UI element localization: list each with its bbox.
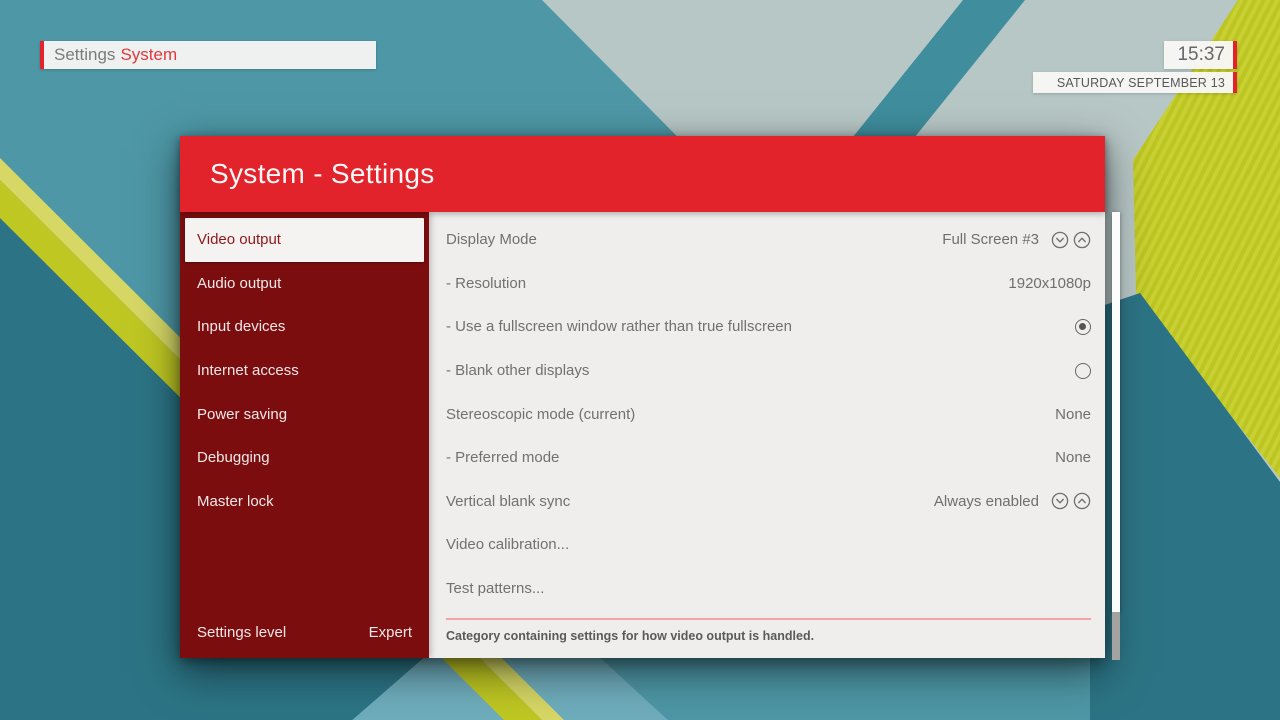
sidebar-item-label: Debugging (197, 449, 270, 466)
scrollbar-thumb[interactable] (1112, 212, 1120, 612)
setting-value: None (1055, 406, 1091, 423)
setting-label: Video calibration... (446, 536, 1091, 553)
setting-label: - Preferred mode (446, 449, 1055, 466)
panel-scrollbar[interactable] (1112, 212, 1120, 660)
setting-value: Always enabled (934, 493, 1039, 510)
setting-value: 1920x1080p (1008, 275, 1091, 292)
settings-list: Display ModeFull Screen #3- Resolution19… (429, 218, 1105, 610)
setting-label: Vertical blank sync (446, 493, 934, 510)
dialog-header: System - Settings (180, 136, 1105, 212)
setting-row-use-a-fullscreen-window-rather-than-true-fullscreen[interactable]: - Use a fullscreen window rather than tr… (429, 305, 1105, 349)
category-sidebar: Video output Audio output Input devices Int… (180, 212, 429, 658)
setting-row-blank-other-displays[interactable]: - Blank other displays (429, 349, 1105, 393)
sidebar-item-video-output[interactable]: Video output (185, 218, 424, 262)
value-spinner (1051, 492, 1091, 510)
sidebar-item-label: Internet access (197, 362, 299, 379)
setting-row-resolution[interactable]: - Resolution1920x1080p (429, 262, 1105, 306)
chevron-down-circle-icon[interactable] (1051, 492, 1069, 510)
setting-label: Display Mode (446, 231, 942, 248)
sidebar-item-internet-access[interactable]: Internet access (180, 349, 429, 393)
breadcrumb: Settings System (40, 41, 376, 69)
chevron-up-circle-icon[interactable] (1073, 231, 1091, 249)
kodi-settings-screen: Settings System 15:37 SATURDAY SEPTEMBER… (0, 0, 1280, 720)
sidebar-item-master-lock[interactable]: Master lock (180, 480, 429, 524)
settings-panel: Display ModeFull Screen #3- Resolution19… (429, 212, 1105, 658)
settings-level-value: Expert (369, 624, 412, 641)
setting-value: None (1055, 449, 1091, 466)
dialog-body: Video output Audio output Input devices Int… (180, 212, 1105, 658)
sidebar-item-label: Master lock (197, 493, 274, 510)
setting-row-video-calibration[interactable]: Video calibration... (429, 523, 1105, 567)
breadcrumb-page: System (120, 45, 177, 65)
sidebar-item-debugging[interactable]: Debugging (180, 436, 429, 480)
settings-level-row[interactable]: Settings level Expert (180, 610, 429, 654)
sidebar-item-input-devices[interactable]: Input devices (180, 305, 429, 349)
setting-value: Full Screen #3 (942, 231, 1039, 248)
sidebar-item-label: Input devices (197, 318, 285, 335)
setting-row-preferred-mode[interactable]: - Preferred modeNone (429, 436, 1105, 480)
setting-row-vertical-blank-sync[interactable]: Vertical blank syncAlways enabled (429, 480, 1105, 524)
setting-label: - Resolution (446, 275, 1008, 292)
breadcrumb-section: Settings (54, 45, 115, 65)
value-spinner (1051, 231, 1091, 249)
sidebar-item-label: Audio output (197, 275, 281, 292)
setting-label: Test patterns... (446, 580, 1091, 597)
settings-dialog: System - Settings Video output Audio outp… (180, 136, 1105, 658)
chevron-up-circle-icon[interactable] (1073, 492, 1091, 510)
radio-icon[interactable] (1075, 363, 1091, 379)
setting-row-stereoscopic-mode-current[interactable]: Stereoscopic mode (current)None (429, 392, 1105, 436)
clock-date: SATURDAY SEPTEMBER 13 (1033, 72, 1237, 93)
dialog-title: System - Settings (210, 158, 435, 190)
setting-label: Stereoscopic mode (current) (446, 406, 1055, 423)
sidebar-item-label: Power saving (197, 406, 287, 423)
chevron-down-circle-icon[interactable] (1051, 231, 1069, 249)
clock-time: 15:37 (1164, 41, 1237, 69)
settings-level-label: Settings level (197, 624, 286, 641)
date-label: SATURDAY SEPTEMBER 13 (1057, 76, 1225, 90)
sidebar-item-audio-output[interactable]: Audio output (180, 262, 429, 306)
setting-label: - Use a fullscreen window rather than tr… (446, 318, 1063, 335)
sidebar-item-label: Video output (197, 231, 281, 248)
scrollbar-track[interactable] (1112, 612, 1120, 660)
setting-row-test-patterns[interactable]: Test patterns... (429, 567, 1105, 611)
setting-label: - Blank other displays (446, 362, 1063, 379)
setting-description: Category containing settings for how vid… (429, 620, 1105, 643)
radio-icon[interactable] (1075, 319, 1091, 335)
time-label: 15:37 (1177, 44, 1225, 66)
category-list: Video output Audio output Input devices Int… (180, 218, 429, 523)
setting-row-display-mode[interactable]: Display ModeFull Screen #3 (429, 218, 1105, 262)
sidebar-item-power-saving[interactable]: Power saving (180, 392, 429, 436)
